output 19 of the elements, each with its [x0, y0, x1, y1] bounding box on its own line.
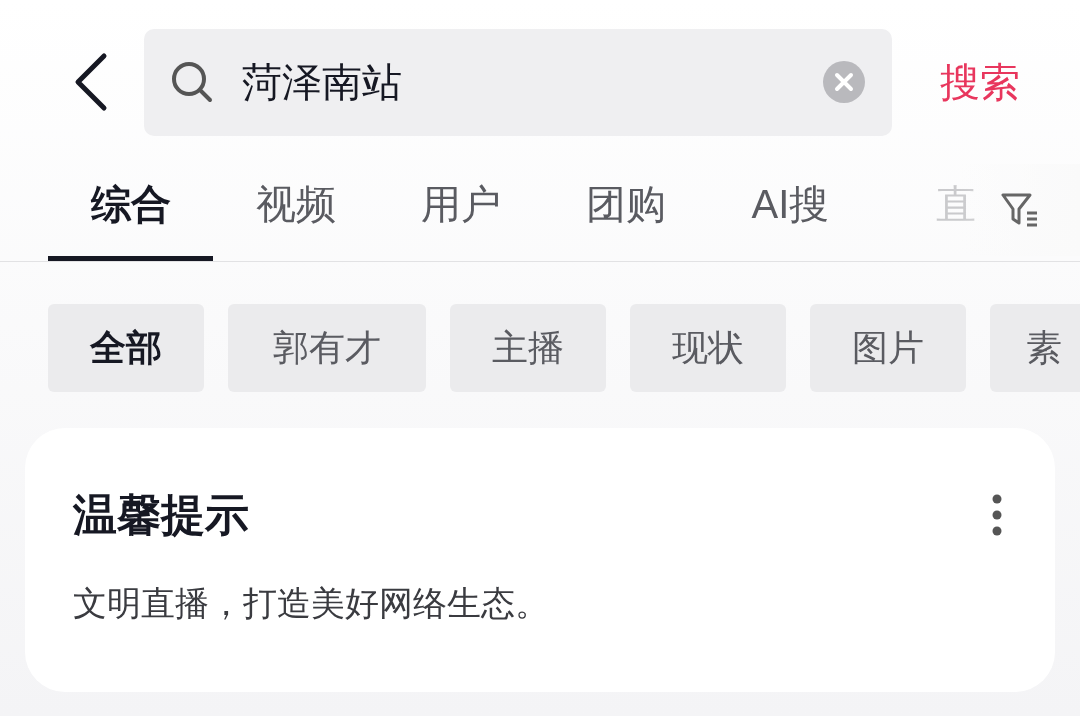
- search-field[interactable]: 菏泽南站: [144, 28, 892, 136]
- notice-title: 温馨提示: [73, 489, 249, 541]
- filter-chip[interactable]: 全部: [48, 304, 204, 392]
- search-button[interactable]: 搜索: [940, 52, 1020, 112]
- filter-chip[interactable]: 素: [990, 304, 1080, 392]
- more-icon[interactable]: [991, 494, 1003, 536]
- search-value: 菏泽南站: [242, 59, 403, 106]
- search-icon: [170, 60, 214, 104]
- tab[interactable]: 团购: [543, 164, 708, 261]
- tab[interactable]: 综合: [48, 164, 213, 261]
- filter-chip[interactable]: 图片: [810, 304, 966, 392]
- clear-icon: [822, 60, 866, 104]
- notice-text: 文明直播，打造美好网络生态。: [73, 583, 550, 624]
- filter-chip[interactable]: 郭有才: [228, 304, 426, 392]
- tab[interactable]: AI搜: [708, 164, 873, 261]
- filter-chip[interactable]: 现状: [630, 304, 786, 392]
- filter-chip[interactable]: 主播: [450, 304, 606, 392]
- tab[interactable]: 视频: [213, 164, 378, 261]
- tab[interactable]: 用户: [378, 164, 543, 261]
